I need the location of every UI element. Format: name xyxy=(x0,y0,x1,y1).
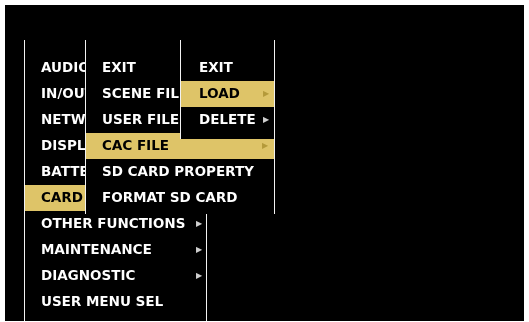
submenu-arrow-icon: ▶ xyxy=(263,89,270,98)
submenu-item-scene-file[interactable]: SCENE FILE xyxy=(86,81,181,107)
menu-item-label: AUDIO xyxy=(41,60,86,76)
menu-item-maintenance[interactable]: MAINTENANCE ▶ xyxy=(25,237,206,263)
menu-item-label: DISPLAY xyxy=(41,138,86,154)
menu-item-diagnostic[interactable]: DIAGNOSTIC ▶ xyxy=(25,263,206,289)
menu-item-label: SCENE FILE xyxy=(102,86,181,102)
menu-item-card[interactable]: CARD xyxy=(25,185,86,211)
menu-item-label: SD CARD PROPERTY xyxy=(102,164,254,180)
submenu-item-delete[interactable]: DELETE ▶ xyxy=(181,107,274,133)
submenu-arrow-icon: ▶ xyxy=(196,245,203,254)
menu-item-label: USER FILE xyxy=(102,112,180,128)
menu-item-label: USER MENU SEL xyxy=(41,294,164,310)
menu-item-label: BATTERY xyxy=(41,164,86,180)
submenu-item-format-sd-card[interactable]: FORMAT SD CARD xyxy=(86,185,274,211)
menu-item-label: CAC FILE xyxy=(102,138,170,154)
menu-item-label: CARD xyxy=(41,190,83,206)
submenu-item-exit[interactable]: EXIT xyxy=(181,55,274,81)
menu-item-in-out[interactable]: IN/OUT xyxy=(25,81,86,107)
menu-item-label: EXIT xyxy=(102,60,136,76)
menu-item-label: DELETE xyxy=(199,112,256,128)
menu-item-network[interactable]: NETWORK xyxy=(25,107,86,133)
submenu-item-load[interactable]: LOAD ▶ xyxy=(181,81,274,107)
submenu-item-exit[interactable]: EXIT xyxy=(86,55,181,81)
submenu-arrow-icon: ▶ xyxy=(196,219,203,228)
menu-item-display[interactable]: DISPLAY xyxy=(25,133,86,159)
menu-item-label: OTHER FUNCTIONS xyxy=(41,216,186,232)
menu-item-label: FORMAT SD CARD xyxy=(102,190,238,206)
submenu-item-sd-card-property[interactable]: SD CARD PROPERTY xyxy=(86,159,274,185)
cac-file-submenu: EXIT LOAD ▶ DELETE ▶ xyxy=(180,40,275,139)
submenu-item-user-file[interactable]: USER FILE xyxy=(86,107,181,133)
menu-item-label: EXIT xyxy=(199,60,233,76)
menu-item-audio[interactable]: AUDIO xyxy=(25,55,86,81)
menu-item-user-menu-sel[interactable]: USER MENU SEL xyxy=(25,289,206,315)
menu-item-other-functions[interactable]: OTHER FUNCTIONS ▶ xyxy=(25,211,206,237)
menu-item-label: IN/OUT xyxy=(41,86,86,102)
camera-menu-screen: AUDIO IN/OUT NETWORK DISPLAY BATTERY CAR… xyxy=(5,5,524,321)
menu-item-battery[interactable]: BATTERY xyxy=(25,159,86,185)
menu-item-label: NETWORK xyxy=(41,112,86,128)
submenu-arrow-icon: ▶ xyxy=(263,115,270,124)
menu-item-label: MAINTENANCE xyxy=(41,242,152,258)
submenu-arrow-icon: ▶ xyxy=(196,271,203,280)
menu-item-label: LOAD xyxy=(199,86,240,102)
menu-item-label: DIAGNOSTIC xyxy=(41,268,136,284)
